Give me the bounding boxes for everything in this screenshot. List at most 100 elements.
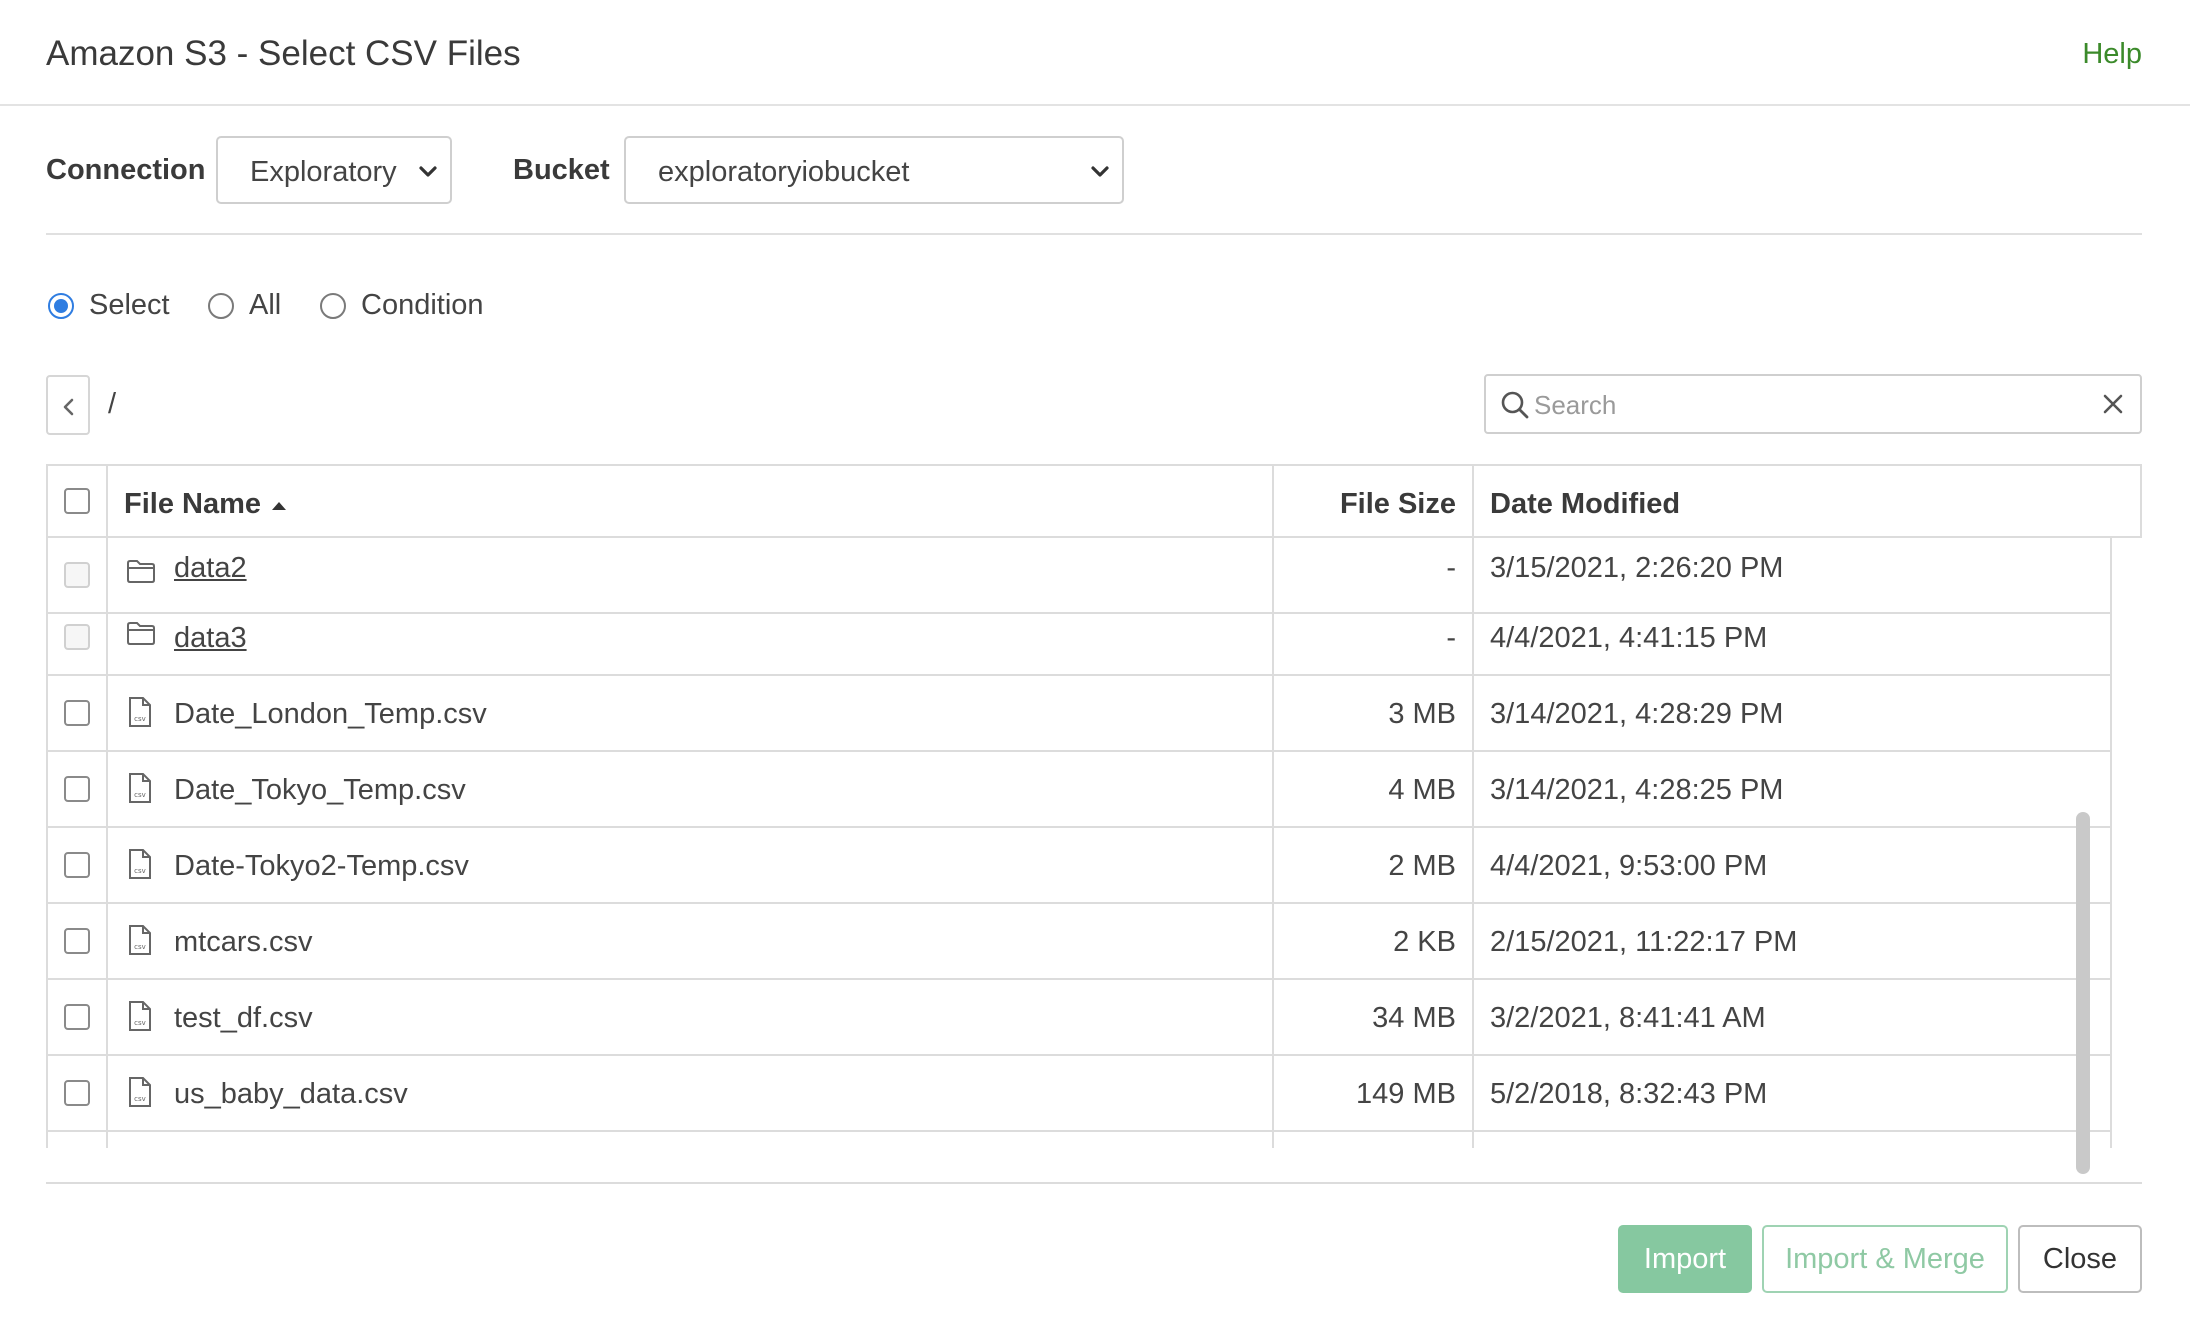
svg-text:csv: csv	[134, 867, 146, 875]
csv-file-icon: csv	[129, 925, 151, 955]
folder-link[interactable]: data3	[174, 622, 247, 655]
select-all-checkbox[interactable]	[64, 488, 90, 514]
dialog-title: Amazon S3 - Select CSV Files	[46, 34, 521, 73]
chevron-left-icon	[63, 398, 74, 416]
svg-text:csv: csv	[134, 791, 146, 799]
table-bottom-divider	[46, 1182, 2142, 1184]
row-checkbox[interactable]	[64, 700, 90, 726]
file-name-text: Date_Tokyo_Temp.csv	[174, 774, 466, 806]
date-modified-value: 4/4/2021, 9:53:00 PM	[1490, 850, 1768, 882]
table-header: File Name File Size Date Modified	[46, 464, 2142, 538]
radio-condition-label: Condition	[361, 289, 484, 321]
row-checkbox[interactable]	[64, 928, 90, 954]
table-row[interactable]: csv Date-Tokyo2-Temp.csv 2 MB 4/4/2021, …	[48, 828, 2110, 904]
table-row[interactable]: csv Date_London_Temp.csv 3 MB 3/14/2021,…	[48, 676, 2110, 752]
file-size-cell: 3 MB	[1274, 676, 1456, 750]
row-checkbox[interactable]	[64, 852, 90, 878]
csv-file-icon: csv	[129, 1077, 151, 1107]
bucket-select-value: exploratoryiobucket	[658, 156, 910, 188]
svg-text:csv: csv	[134, 943, 146, 951]
sort-ascending-icon	[272, 502, 286, 510]
table-row[interactable]: data3 - 4/4/2021, 4:41:15 PM	[48, 600, 2110, 676]
date-modified-value: 4/4/2021, 4:41:15 PM	[1490, 622, 1768, 654]
file-size-value: -	[1446, 552, 1456, 584]
file-size-value: 2 KB	[1393, 926, 1456, 958]
row-checkbox[interactable]	[64, 1004, 90, 1030]
file-table: File Name File Size Date Modified data2 …	[46, 464, 2142, 1186]
date-modified-value: 3/15/2021, 2:26:20 PM	[1490, 552, 1784, 584]
column-header-file-name-label: File Name	[124, 488, 261, 520]
scrollbar-thumb[interactable]	[2076, 812, 2090, 1174]
file-size-cell: 4 MB	[1274, 752, 1456, 826]
file-size-cell: 34 MB	[1274, 980, 1456, 1054]
file-size-value: -	[1446, 622, 1456, 654]
date-modified-value: 5/2/2018, 8:32:43 PM	[1490, 1078, 1768, 1110]
current-path: /	[108, 388, 117, 420]
file-size-value: 34 MB	[1372, 1002, 1456, 1034]
bucket-label: Bucket	[513, 154, 610, 186]
search-box	[1484, 374, 2142, 434]
radio-select-indicator	[48, 293, 74, 319]
search-icon	[1501, 391, 1529, 419]
file-name-text: mtcars.csv	[174, 926, 313, 958]
file-size-cell: 149 MB	[1274, 1056, 1456, 1130]
row-checkbox	[64, 624, 90, 650]
file-name-text: Date_London_Temp.csv	[174, 698, 487, 730]
dialog-header: Amazon S3 - Select CSV Files Help	[0, 0, 2190, 106]
radio-condition-indicator	[320, 293, 346, 319]
date-modified-value: 3/14/2021, 4:28:25 PM	[1490, 774, 1784, 806]
table-row[interactable]: csv mtcars.csv 2 KB 2/15/2021, 11:22:17 …	[48, 904, 2110, 980]
table-body: data2 - 3/15/2021, 2:26:20 PM data3 - 4/…	[46, 538, 2112, 1148]
file-size-cell: 2 MB	[1274, 828, 1456, 902]
bucket-select[interactable]: exploratoryiobucket	[624, 136, 1124, 204]
close-button[interactable]: Close	[2018, 1225, 2142, 1293]
column-header-date-modified[interactable]: Date Modified	[1474, 466, 2140, 536]
file-size-value: 4 MB	[1388, 774, 1456, 806]
csv-file-icon: csv	[129, 773, 151, 803]
import-merge-button[interactable]: Import & Merge	[1762, 1225, 2008, 1293]
connection-select-value: Exploratory	[250, 156, 397, 188]
row-checkbox	[64, 562, 90, 588]
date-modified-value: 2/15/2021, 11:22:17 PM	[1490, 926, 1798, 958]
file-name-text: us_baby_data.csv	[174, 1078, 408, 1110]
radio-all-indicator	[208, 293, 234, 319]
file-size-cell: 2 KB	[1274, 904, 1456, 978]
row-checkbox[interactable]	[64, 1080, 90, 1106]
table-row[interactable]: csv us_baby_data.csv 149 MB 5/2/2018, 8:…	[48, 1056, 2110, 1132]
close-icon[interactable]	[2102, 393, 2124, 415]
connection-select[interactable]: Exploratory	[216, 136, 452, 204]
import-button[interactable]: Import	[1618, 1225, 1752, 1293]
folder-icon	[127, 560, 155, 583]
radio-all-label: All	[249, 289, 282, 321]
svg-text:csv: csv	[134, 1095, 146, 1103]
s3-select-csv-dialog: Amazon S3 - Select CSV Files Help Connec…	[0, 0, 2190, 1322]
connection-row: Connection Exploratory Bucket explorator…	[46, 136, 2142, 204]
date-modified-value: 3/2/2021, 8:41:41 AM	[1490, 1002, 1766, 1034]
table-row[interactable]: csv Date_Tokyo_Temp.csv 4 MB 3/14/2021, …	[48, 752, 2110, 828]
help-link[interactable]: Help	[2082, 38, 2142, 71]
file-size-value: 3 MB	[1388, 698, 1456, 730]
back-button[interactable]	[46, 375, 90, 435]
section-divider	[46, 233, 2142, 235]
search-input[interactable]	[1534, 386, 2074, 424]
file-size-value: 149 MB	[1356, 1078, 1456, 1110]
column-header-date-modified-label: Date Modified	[1490, 488, 1681, 520]
connection-label: Connection	[46, 154, 206, 186]
svg-text:csv: csv	[134, 1019, 146, 1027]
date-modified-value: 3/14/2021, 4:28:29 PM	[1490, 698, 1784, 730]
csv-file-icon: csv	[129, 1001, 151, 1031]
table-row[interactable]: csv test_df.csv 34 MB 3/2/2021, 8:41:41 …	[48, 980, 2110, 1056]
column-header-file-size[interactable]: File Size	[1274, 466, 1472, 536]
folder-icon	[127, 622, 155, 645]
scrollbar-track[interactable]	[2112, 538, 2142, 1186]
folder-link[interactable]: data2	[174, 552, 247, 585]
column-header-file-size-label: File Size	[1339, 488, 1456, 520]
file-name-text: Date-Tokyo2-Temp.csv	[174, 850, 469, 882]
svg-text:csv: csv	[134, 715, 146, 723]
row-checkbox[interactable]	[64, 776, 90, 802]
csv-file-icon: csv	[129, 849, 151, 879]
chevron-down-icon	[419, 166, 437, 177]
column-header-file-name[interactable]: File Name	[108, 466, 1272, 536]
radio-select-label: Select	[89, 289, 170, 321]
file-size-value: 2 MB	[1388, 850, 1456, 882]
